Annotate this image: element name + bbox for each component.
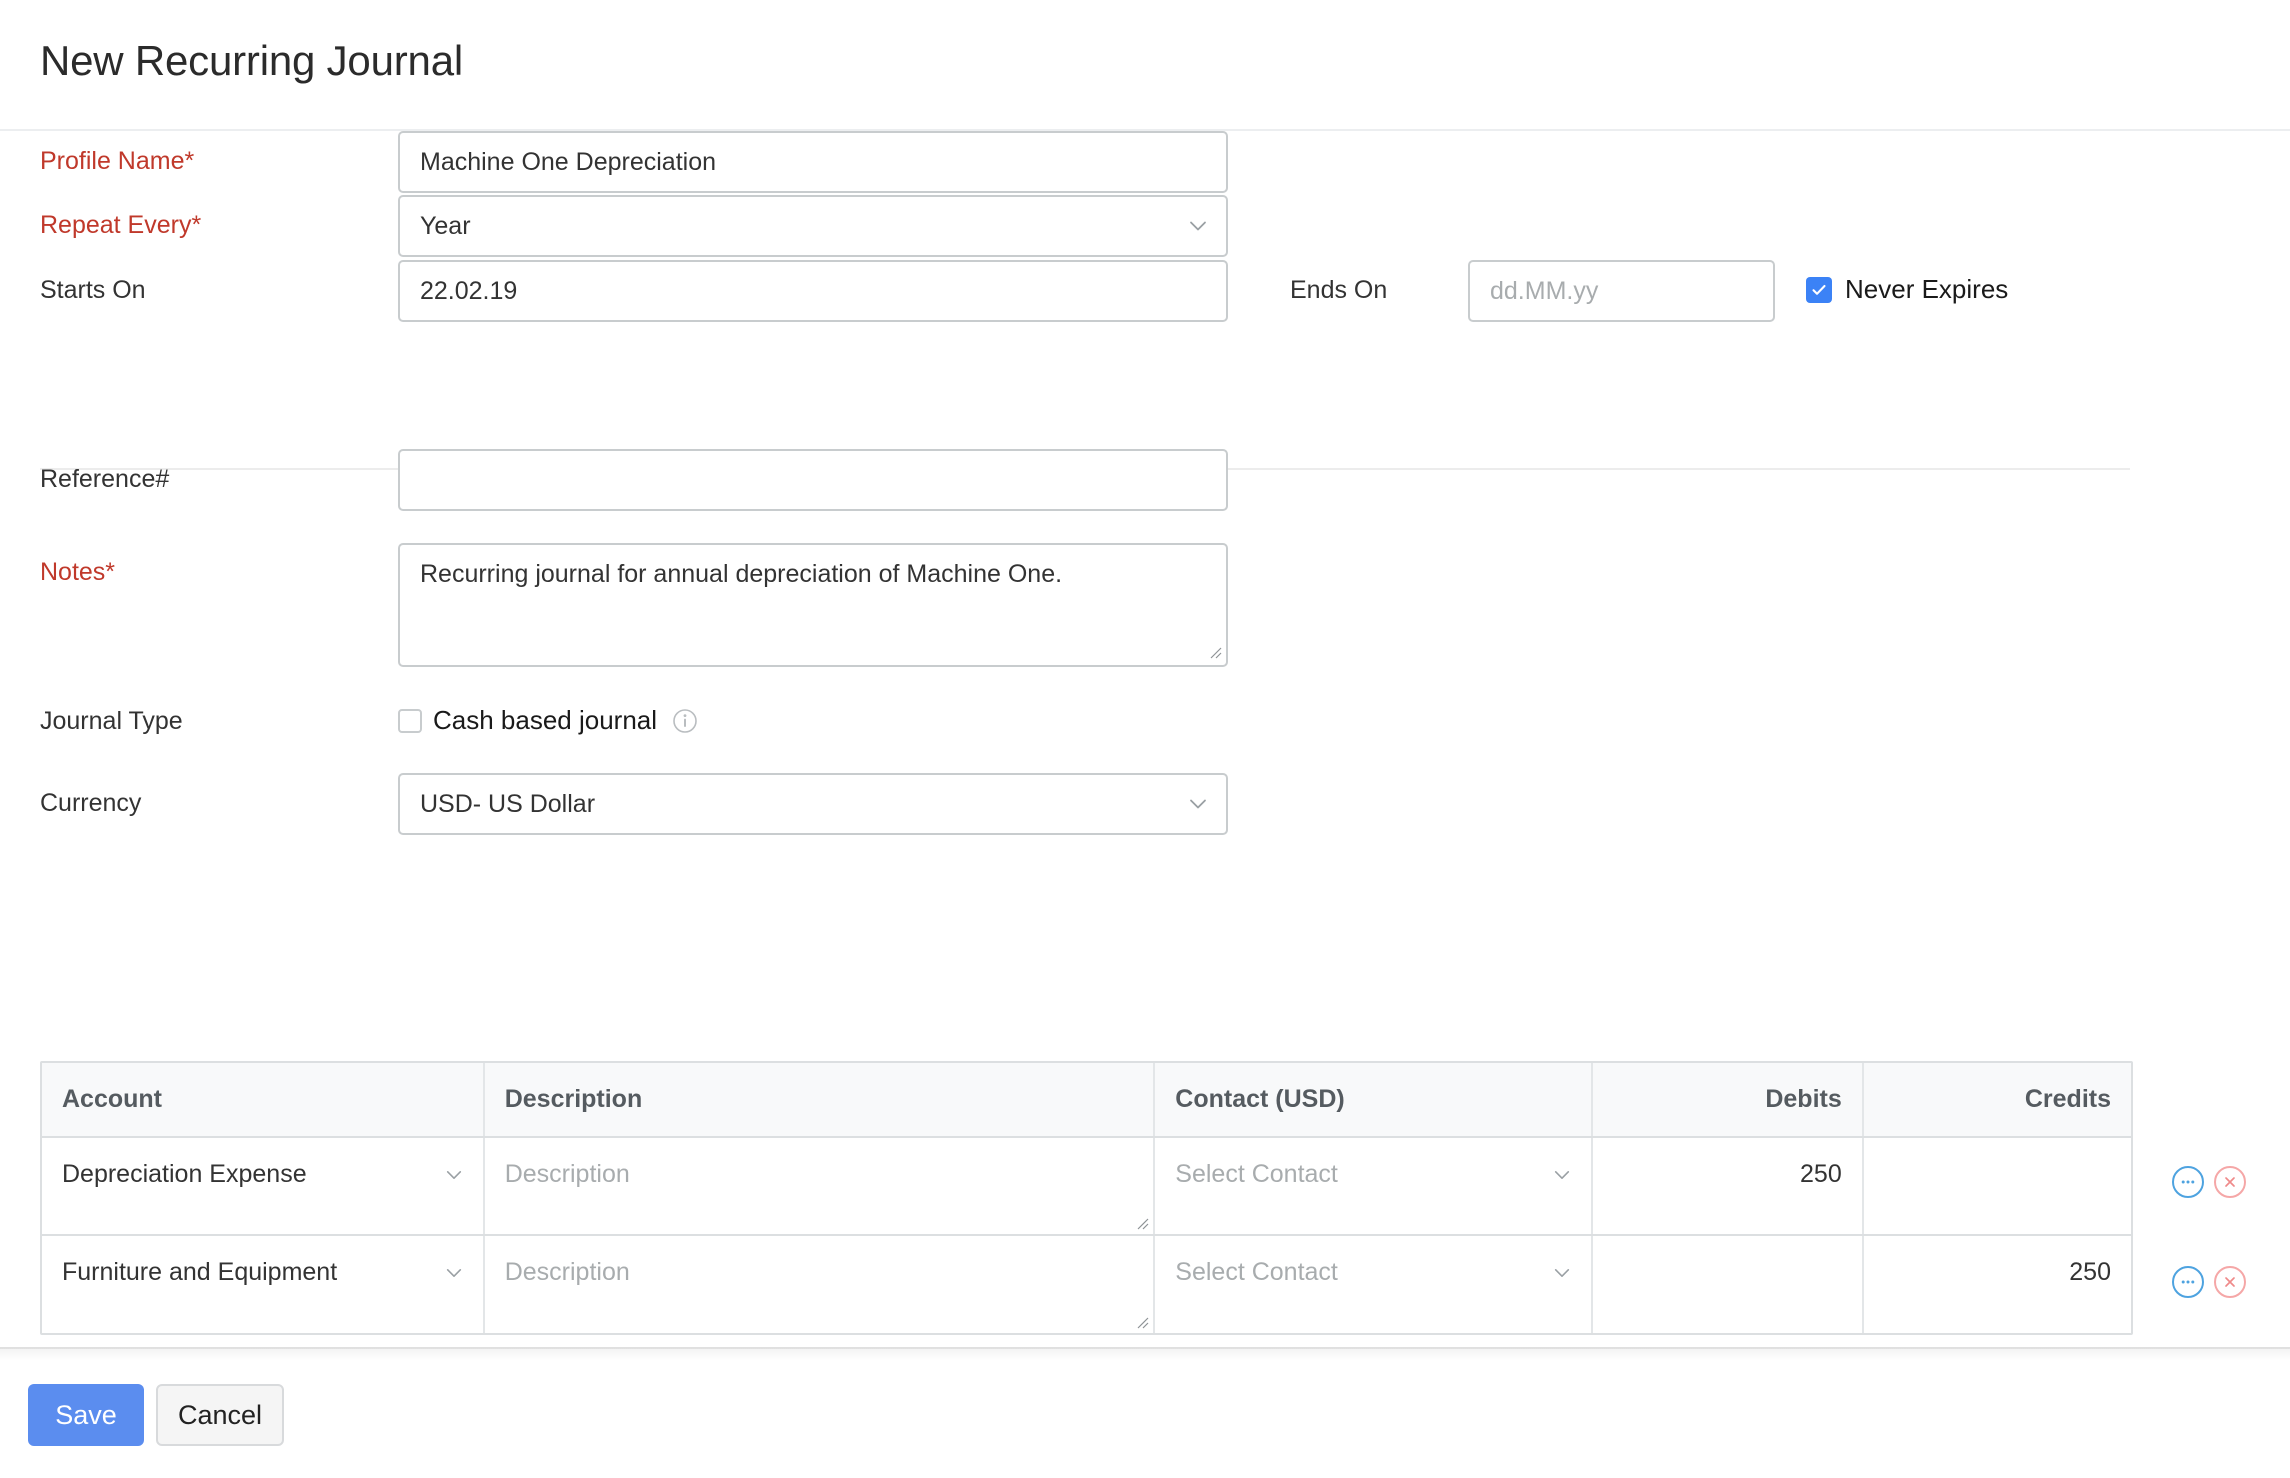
account-value: Depreciation Expense — [62, 1160, 307, 1188]
chevron-down-icon — [1553, 1264, 1571, 1282]
journal-type-label: Journal Type — [40, 707, 183, 735]
field-row-repeat-every: Repeat Every* Year — [0, 195, 2290, 257]
profile-name-input[interactable]: Machine One Depreciation — [398, 131, 1228, 193]
field-row-currency: Currency USD- US Dollar — [0, 773, 2290, 835]
credits-value — [1864, 1138, 2131, 1182]
profile-name-label: Profile Name* — [40, 147, 195, 175]
field-row-journal-type: Journal Type Cash based journal — [0, 697, 2290, 745]
cell-credits[interactable] — [1862, 1137, 2131, 1236]
resize-grip-icon[interactable] — [1133, 1214, 1149, 1230]
row-actions-1 — [2172, 1166, 2246, 1198]
repeat-every-value: Year — [420, 211, 471, 240]
description-placeholder: Description — [504, 1160, 630, 1188]
row-actions-2 — [2172, 1266, 2246, 1298]
cell-contact[interactable]: Select Contact — [1154, 1235, 1593, 1333]
checkbox-unchecked-icon — [398, 708, 422, 733]
required-star: * — [184, 147, 195, 175]
contact-value: Select Contact — [1175, 1160, 1338, 1188]
credits-value: 250 — [2069, 1258, 2111, 1286]
starts-on-label: Starts On — [40, 276, 146, 304]
repeat-every-select[interactable]: Year — [398, 195, 1228, 257]
chevron-down-icon — [1188, 794, 1208, 814]
repeat-every-label: Repeat Every* — [40, 211, 202, 239]
column-header-description: Description — [483, 1063, 1156, 1138]
field-row-starts-on: Starts On 22.02.19 Ends On dd.MM.yy Neve… — [0, 260, 2290, 322]
notes-label: Notes* — [40, 558, 116, 586]
column-header-credits: Credits — [1862, 1063, 2131, 1138]
field-row-notes: Notes* Recurring journal for annual depr… — [0, 543, 2290, 667]
page-title: New Recurring Journal — [40, 37, 463, 84]
page-header: New Recurring Journal — [0, 0, 2290, 131]
cash-based-journal-label: Cash based journal — [433, 705, 658, 735]
cell-description[interactable]: Description — [483, 1137, 1156, 1236]
cell-account[interactable]: Furniture and Equipment — [42, 1235, 485, 1333]
field-row-profile-name: Profile Name* Machine One Depreciation — [0, 131, 2290, 193]
cash-based-journal-checkbox[interactable]: Cash based journal — [398, 705, 698, 736]
account-value: Furniture and Equipment — [62, 1258, 338, 1286]
journal-form: Profile Name* Machine One Depreciation R… — [0, 131, 2290, 835]
debits-value: 250 — [1800, 1160, 1842, 1188]
page-footer: Save Cancel — [0, 1347, 2290, 1478]
chevron-down-icon — [1188, 216, 1208, 236]
column-header-contact: Contact (USD) — [1154, 1063, 1593, 1138]
cell-contact[interactable]: Select Contact — [1154, 1137, 1593, 1236]
more-options-icon[interactable] — [2172, 1266, 2204, 1298]
remove-row-icon[interactable] — [2214, 1266, 2246, 1298]
currency-select[interactable]: USD- US Dollar — [398, 773, 1228, 835]
chevron-down-icon — [445, 1166, 463, 1184]
column-header-debits: Debits — [1591, 1063, 1864, 1138]
field-row-reference: Reference# — [0, 449, 2290, 511]
never-expires-checkbox[interactable]: Never Expires — [1806, 274, 2008, 305]
table-row: Depreciation Expense Description Select … — [42, 1137, 2131, 1236]
reference-input[interactable] — [398, 449, 1228, 511]
save-button[interactable]: Save — [28, 1384, 144, 1446]
recurring-journal-page: New Recurring Journal Profile Name* Mach… — [0, 0, 2290, 1478]
description-placeholder: Description — [504, 1258, 630, 1286]
debits-value — [1593, 1236, 1862, 1280]
cell-account[interactable]: Depreciation Expense — [42, 1137, 485, 1236]
cell-debits[interactable] — [1591, 1235, 1864, 1333]
currency-value: USD- US Dollar — [420, 789, 596, 818]
remove-row-icon[interactable] — [2214, 1166, 2246, 1198]
required-star: * — [191, 211, 202, 239]
cell-credits[interactable]: 250 — [1862, 1235, 2131, 1333]
column-header-account: Account — [42, 1063, 485, 1138]
checkbox-checked-icon — [1806, 276, 1832, 303]
starts-on-input[interactable]: 22.02.19 — [398, 260, 1228, 322]
notes-textarea[interactable]: Recurring journal for annual depreciatio… — [398, 543, 1228, 667]
more-options-icon[interactable] — [2172, 1166, 2204, 1198]
info-icon[interactable] — [672, 708, 698, 734]
never-expires-label: Never Expires — [1845, 274, 2009, 304]
cell-debits[interactable]: 250 — [1591, 1137, 1864, 1236]
chevron-down-icon — [1553, 1166, 1571, 1184]
resize-grip-icon[interactable] — [1133, 1313, 1149, 1329]
currency-label: Currency — [40, 789, 142, 817]
cancel-button[interactable]: Cancel — [156, 1384, 284, 1446]
table-row: Furniture and Equipment Description Sele… — [42, 1235, 2131, 1333]
contact-value: Select Contact — [1175, 1258, 1338, 1286]
reference-label: Reference# — [40, 465, 170, 493]
chevron-down-icon — [445, 1264, 463, 1282]
table-header-row: Account Description Contact (USD) Debits… — [42, 1063, 2131, 1138]
ends-on-label: Ends On — [1290, 276, 1388, 304]
cell-description[interactable]: Description — [483, 1235, 1156, 1333]
ends-on-input[interactable]: dd.MM.yy — [1468, 260, 1775, 322]
line-items-table: Account Description Contact (USD) Debits… — [40, 1061, 2133, 1335]
